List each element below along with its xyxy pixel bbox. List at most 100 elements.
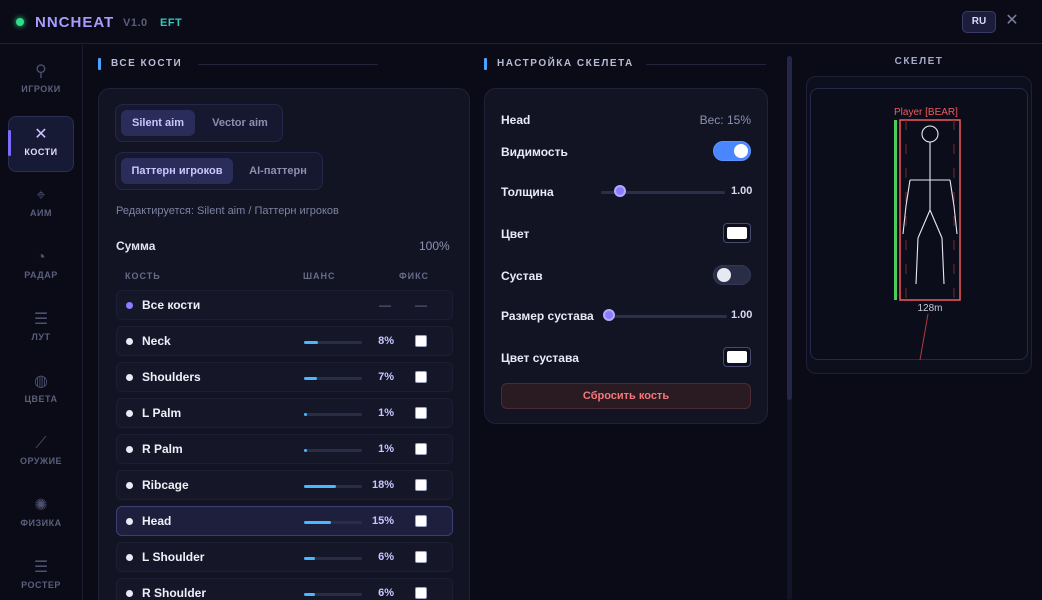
active-nav-indicator xyxy=(8,130,11,156)
ai-pattern-tab[interactable]: AI-паттерн xyxy=(239,158,317,184)
title-bar: NNCHEAT V1.0 EFT RU ✕ xyxy=(0,0,1042,44)
sidebar-item-label: РОСТЕР xyxy=(21,580,61,590)
sidebar-item-label: КОСТИ xyxy=(24,147,58,157)
bone-row[interactable]: Neck 8% xyxy=(116,326,453,356)
fix-checkbox[interactable] xyxy=(415,407,427,419)
app-version: V1.0 xyxy=(123,17,148,29)
bone-weight: Вес: 15% xyxy=(699,113,751,127)
chance-slider[interactable] xyxy=(304,485,362,488)
chance-slider[interactable] xyxy=(304,521,362,524)
atom-icon: ✺ xyxy=(34,497,48,514)
visibility-toggle[interactable] xyxy=(713,141,751,161)
snapline xyxy=(919,313,929,360)
bone-dot xyxy=(126,374,133,381)
chance-fill xyxy=(304,413,307,416)
chance-fill xyxy=(304,377,317,380)
sidebar-item-weapons[interactable]: ⟋ ОРУЖИЕ xyxy=(8,426,74,482)
language-button[interactable]: RU xyxy=(962,11,996,33)
bone-name: Neck xyxy=(142,334,171,348)
chance-fill xyxy=(304,449,307,452)
sidebar-item-players[interactable]: ⚲ ИГРОКИ xyxy=(8,54,74,110)
bone-name: Все кости xyxy=(142,298,201,312)
joint-label: Сустав xyxy=(501,269,543,283)
sidebar-item-roster[interactable]: ☰ РОСТЕР xyxy=(8,550,74,600)
color-label: Цвет xyxy=(501,227,530,241)
vector-aim-tab[interactable]: Vector aim xyxy=(201,110,279,136)
fix-checkbox[interactable] xyxy=(415,587,427,599)
thickness-value: 1.00 xyxy=(731,185,753,197)
skeleton-preview xyxy=(894,119,961,360)
bone-dot xyxy=(126,554,133,561)
bone-row[interactable]: Head 15% xyxy=(116,506,453,536)
chance-slider[interactable] xyxy=(304,377,362,380)
preview-heading: СКЕЛЕТ xyxy=(894,56,944,67)
sidebar-item-aim[interactable]: ⌖ АИМ xyxy=(8,178,74,234)
sidebar-item-label: АИМ xyxy=(30,208,52,218)
sidebar-item-colors[interactable]: ◍ ЦВЕТА xyxy=(8,364,74,420)
sidebar-item-label: ИГРОКИ xyxy=(21,84,61,94)
bone-dot xyxy=(126,518,133,525)
bone-row[interactable]: R Palm 1% xyxy=(116,434,453,464)
sidebar-item-bones[interactable]: ✕ КОСТИ xyxy=(8,116,74,172)
bone-dot xyxy=(126,410,133,417)
fix-checkbox[interactable] xyxy=(415,335,427,347)
joint-size-slider[interactable] xyxy=(603,315,727,318)
close-icon[interactable]: ✕ xyxy=(1004,12,1020,30)
chance-slider[interactable] xyxy=(304,593,362,596)
thickness-label: Толщина xyxy=(501,185,554,199)
list-icon: ☰ xyxy=(33,559,49,576)
joint-toggle[interactable] xyxy=(713,265,751,285)
palette-icon: ◍ xyxy=(34,373,48,390)
app-title: NNCHEAT xyxy=(35,14,115,31)
sum-value: 100% xyxy=(419,239,450,253)
chance-slider[interactable] xyxy=(304,413,362,416)
fix-dash: — xyxy=(415,298,427,312)
chance-value: 1% xyxy=(378,407,394,419)
bone-name: R Shoulder xyxy=(142,586,207,600)
chance-slider[interactable] xyxy=(304,449,362,452)
game-tag: EFT xyxy=(160,17,183,29)
silent-aim-tab[interactable]: Silent aim xyxy=(121,110,195,136)
bone-row[interactable]: L Palm 1% xyxy=(116,398,453,428)
bone-row[interactable]: Ribcage 18% xyxy=(116,470,453,500)
sidebar-item-physics[interactable]: ✺ ФИЗИКА xyxy=(8,488,74,544)
column-fix: ФИКС xyxy=(399,271,430,281)
chance-value: 6% xyxy=(378,587,394,599)
bone-row[interactable]: R Shoulder 6% xyxy=(116,578,453,600)
color-swatch[interactable] xyxy=(723,223,751,243)
fix-checkbox[interactable] xyxy=(415,443,427,455)
bones-icon: ✕ xyxy=(34,126,48,143)
column-chance: ШАНС xyxy=(303,271,336,281)
bone-name: Head xyxy=(142,514,172,528)
status-indicator xyxy=(16,18,24,26)
settings-heading: НАСТРОЙКА СКЕЛЕТА xyxy=(484,58,774,72)
chance-fill xyxy=(304,485,336,488)
chance-value: 6% xyxy=(378,551,394,563)
joint-size-slider-thumb[interactable] xyxy=(603,309,615,321)
chance-slider[interactable] xyxy=(304,341,362,344)
scrollbar-thumb[interactable] xyxy=(787,56,792,400)
sidebar: ⚲ ИГРОКИ ✕ КОСТИ ⌖ АИМ ◔ РАДАР ☰ ЛУТ ◍ Ц… xyxy=(0,45,83,600)
joint-size-value: 1.00 xyxy=(731,309,753,321)
chance-slider[interactable] xyxy=(304,557,362,560)
sidebar-item-loot[interactable]: ☰ ЛУТ xyxy=(8,302,74,358)
bone-row[interactable]: Shoulders 7% xyxy=(116,362,453,392)
fix-checkbox[interactable] xyxy=(415,515,427,527)
joint-color-swatch[interactable] xyxy=(723,347,751,367)
thickness-slider-thumb[interactable] xyxy=(613,185,626,197)
player-pattern-tab[interactable]: Паттерн игроков xyxy=(121,158,233,184)
reset-bone-button[interactable]: Сбросить кость xyxy=(501,383,751,409)
bone-name: R Palm xyxy=(142,442,183,456)
fix-checkbox[interactable] xyxy=(415,479,427,491)
bone-row-all[interactable]: Все кости — — xyxy=(116,290,453,320)
sidebar-item-label: ФИЗИКА xyxy=(20,518,62,528)
joint-size-label: Размер сустава xyxy=(501,309,594,323)
bone-row[interactable]: L Shoulder 6% xyxy=(116,542,453,572)
sidebar-item-radar[interactable]: ◔ РАДАР xyxy=(8,240,74,296)
player-distance: 128m xyxy=(917,303,943,314)
bone-dot xyxy=(126,590,133,597)
bone-name: L Shoulder xyxy=(142,550,205,564)
fix-checkbox[interactable] xyxy=(415,371,427,383)
fix-checkbox[interactable] xyxy=(415,551,427,563)
chance-fill xyxy=(304,593,315,596)
